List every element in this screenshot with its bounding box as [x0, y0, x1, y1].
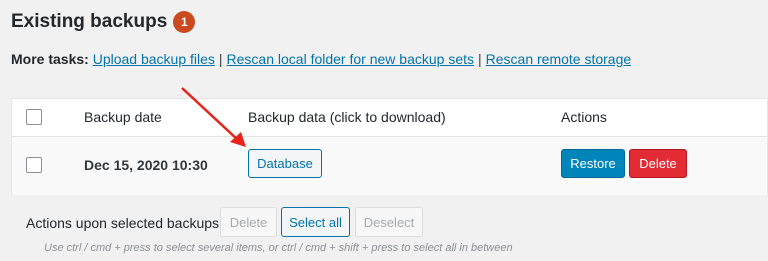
page-title-row: Existing backups 1: [11, 11, 196, 33]
page-title: Existing backups: [11, 11, 168, 32]
deselect-button[interactable]: Deselect: [355, 207, 423, 237]
selection-hint: Use ctrl / cmd + press to select several…: [44, 242, 513, 254]
table-row[interactable]: Dec 15, 2020 10:30 Database Restore Dele…: [12, 137, 767, 195]
download-database-button[interactable]: Database: [248, 149, 322, 178]
backup-count-badge: 1: [173, 11, 196, 33]
row-checkbox[interactable]: [26, 157, 42, 173]
table-header: Backup date Backup data (click to downlo…: [12, 99, 767, 137]
delete-button[interactable]: Delete: [629, 149, 687, 178]
backups-table: Backup date Backup data (click to downlo…: [11, 98, 768, 195]
bulk-actions-label: Actions upon selected backups: [26, 215, 220, 231]
column-header-actions: Actions: [561, 109, 607, 125]
separator: |: [478, 51, 482, 67]
rescan-local-folder-link[interactable]: Rescan local folder for new backup sets: [227, 51, 474, 67]
upload-backup-files-link[interactable]: Upload backup files: [93, 51, 215, 67]
rescan-remote-storage-link[interactable]: Rescan remote storage: [486, 51, 632, 67]
backup-date: Dec 15, 2020 10:30: [84, 157, 208, 173]
separator: |: [218, 51, 223, 67]
column-header-backup-data: Backup data (click to download): [248, 109, 446, 125]
more-tasks-label: More tasks:: [11, 51, 89, 67]
bulk-delete-button[interactable]: Delete: [220, 207, 277, 237]
select-all-checkbox[interactable]: [26, 109, 42, 125]
select-all-button[interactable]: Select all: [281, 207, 350, 237]
column-header-backup-date: Backup date: [84, 109, 162, 125]
more-tasks-bar: More tasks: Upload backup files | Rescan l…: [11, 51, 631, 67]
restore-button[interactable]: Restore: [561, 149, 625, 178]
